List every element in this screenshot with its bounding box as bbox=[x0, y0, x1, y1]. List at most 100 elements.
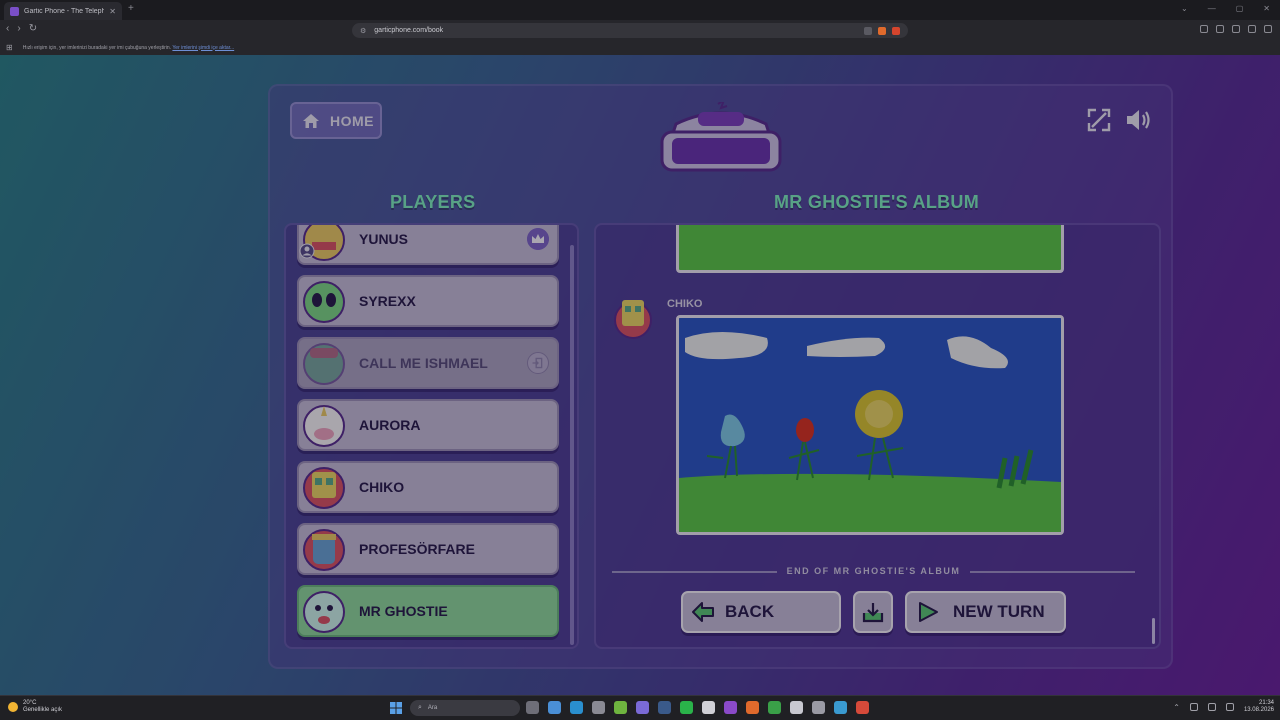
browser-tab[interactable]: Gartic Phone - The Telephone Ga ✕ bbox=[4, 2, 122, 20]
steam-icon[interactable] bbox=[658, 701, 671, 714]
network-icon[interactable] bbox=[1207, 703, 1216, 711]
player-card-profesorfare[interactable]: PROFESÖRFARE bbox=[297, 523, 559, 575]
sidebar-icon[interactable] bbox=[1216, 25, 1224, 33]
arrow-left-icon bbox=[692, 602, 714, 622]
search-placeholder: Ara bbox=[427, 705, 438, 711]
edge-icon[interactable] bbox=[570, 701, 583, 714]
browser-navbar: ‹ › ↻ ⚙ garticphone.com/book bbox=[0, 20, 1280, 40]
player-card-chiko[interactable]: CHIKO bbox=[297, 461, 559, 513]
avatar bbox=[303, 591, 345, 633]
minimize-icon[interactable]: — bbox=[1208, 4, 1216, 13]
weather-widget[interactable]: 20°C Genellikle açık bbox=[8, 700, 62, 714]
album-entry-author: CHIKO bbox=[667, 298, 703, 310]
avatar bbox=[303, 343, 345, 385]
players-list[interactable]: YUNUS SYREXX CALL ME ISHMAEL AURORA CHIK… bbox=[284, 223, 579, 649]
player-name: SYREXX bbox=[359, 293, 416, 309]
exit-icon bbox=[527, 352, 549, 374]
album-panel[interactable]: CHIKO END OF MR GHOSTIE'S ALBUM BACK NEW… bbox=[594, 223, 1161, 649]
settings-icon[interactable] bbox=[812, 701, 825, 714]
back-label: BACK bbox=[725, 602, 775, 621]
weather-desc: Genellikle açık bbox=[23, 707, 63, 713]
album-scrollbar[interactable] bbox=[1152, 618, 1155, 644]
home-icon bbox=[303, 113, 319, 128]
vpn-icon[interactable] bbox=[1248, 25, 1256, 33]
players-title: PLAYERS bbox=[390, 192, 476, 212]
maximize-icon[interactable]: ▢ bbox=[1236, 4, 1244, 13]
player-card-syrexx[interactable]: SYREXX bbox=[297, 275, 559, 327]
close-window-icon[interactable]: ✕ bbox=[1263, 4, 1270, 13]
back-nav-icon[interactable]: ‹ bbox=[6, 23, 9, 34]
fullscreen-icon[interactable] bbox=[1087, 108, 1111, 132]
album-end-text: END OF MR GHOSTIE'S ALBUM bbox=[786, 566, 961, 576]
speaker-icon[interactable] bbox=[1225, 703, 1234, 711]
home-button[interactable]: HOME bbox=[290, 102, 382, 139]
task-view-icon[interactable] bbox=[526, 701, 539, 714]
gartic-phone-logo bbox=[660, 102, 782, 172]
menu-icon[interactable] bbox=[1264, 25, 1272, 33]
brave-icon[interactable] bbox=[746, 701, 759, 714]
apps-grid-icon[interactable]: ⊞ bbox=[6, 43, 13, 52]
new-turn-button[interactable]: NEW TURN bbox=[905, 591, 1066, 633]
new-turn-label: NEW TURN bbox=[953, 602, 1045, 621]
system-tray: ⌃ 21:34 13.08.2026 bbox=[1173, 700, 1274, 714]
import-bookmarks-link[interactable]: Yer imlerini şimdi içe aktar... bbox=[172, 45, 234, 51]
browser-tabbar: Gartic Phone - The Telephone Ga ✕ + ⌄ — … bbox=[0, 0, 1280, 20]
player-card-call-me-ishmael[interactable]: CALL ME ISHMAEL bbox=[297, 337, 559, 389]
tab-list-icon[interactable]: ⌄ bbox=[1181, 4, 1188, 13]
new-tab-icon[interactable]: + bbox=[128, 3, 134, 14]
players-scrollbar[interactable] bbox=[570, 245, 574, 645]
taskbar-clock[interactable]: 21:34 13.08.2026 bbox=[1244, 700, 1274, 714]
play-icon bbox=[919, 602, 938, 622]
premiere-icon[interactable] bbox=[724, 701, 737, 714]
forward-nav-icon[interactable]: › bbox=[17, 23, 20, 34]
spotify-icon[interactable] bbox=[680, 701, 693, 714]
obs-icon[interactable] bbox=[790, 701, 803, 714]
store-icon[interactable] bbox=[592, 701, 605, 714]
toolbar-buttons bbox=[1200, 25, 1272, 33]
player-card-mr-ghostie[interactable]: MR GHOSTIE bbox=[297, 585, 559, 637]
search-icon: ⌕ bbox=[418, 704, 422, 711]
mic-icon[interactable] bbox=[1189, 703, 1198, 711]
game-viewport: HOME PLAYERS MR GHOSTIE'S ALBUM YUNUS SY… bbox=[0, 55, 1280, 695]
windows-start-icon[interactable] bbox=[390, 702, 402, 714]
top-right-icons bbox=[1087, 108, 1153, 132]
user-icon bbox=[299, 243, 315, 259]
taskbar-apps bbox=[526, 701, 869, 714]
bookmarks-hint: Hızlı erişim için, yer imlerinizi burada… bbox=[23, 45, 234, 51]
player-name: CALL ME ISHMAEL bbox=[359, 355, 488, 371]
wallet-icon[interactable] bbox=[1232, 25, 1240, 33]
back-button[interactable]: BACK bbox=[681, 591, 841, 633]
bookmarks-bar: ⊞ Hızlı erişim için, yer imlerinizi bura… bbox=[0, 40, 1280, 55]
download-album-button[interactable] bbox=[853, 591, 893, 633]
site-info-icon[interactable]: ⚙ bbox=[360, 27, 366, 35]
bookmarks-hint-text: Hızlı erişim için, yer imlerinizi burada… bbox=[22, 44, 172, 51]
brave-rewards-icon[interactable] bbox=[892, 26, 900, 35]
mail-icon[interactable] bbox=[548, 701, 561, 714]
home-label: HOME bbox=[330, 112, 374, 129]
player-card-yunus[interactable]: YUNUS bbox=[297, 225, 559, 265]
previous-drawing bbox=[676, 225, 1064, 273]
url-text: garticphone.com/book bbox=[374, 27, 444, 34]
brave-shield-icon[interactable] bbox=[878, 26, 886, 35]
address-bar[interactable]: ⚙ garticphone.com/book bbox=[352, 23, 908, 38]
windows-taskbar: 20°C Genellikle açık ⌕ Ara ⌃ 21:34 13.08… bbox=[0, 695, 1280, 720]
browser-app-icon[interactable] bbox=[856, 701, 869, 714]
player-card-aurora[interactable]: AURORA bbox=[297, 399, 559, 451]
close-tab-icon[interactable]: ✕ bbox=[109, 7, 116, 16]
extensions-icon[interactable] bbox=[1200, 25, 1208, 33]
gartic-favicon-icon bbox=[10, 6, 19, 16]
album-end-separator: END OF MR GHOSTIE'S ALBUM bbox=[612, 565, 1135, 579]
translate-icon[interactable] bbox=[864, 26, 872, 35]
reload-icon[interactable]: ↻ bbox=[29, 23, 37, 34]
xbox-icon[interactable] bbox=[702, 701, 715, 714]
tray-expand-icon[interactable]: ⌃ bbox=[1173, 703, 1180, 712]
tab-title: Gartic Phone - The Telephone Ga bbox=[24, 7, 105, 15]
taskbar-search[interactable]: ⌕ Ara bbox=[410, 700, 520, 716]
clock-date: 13.08.2026 bbox=[1243, 707, 1274, 713]
volume-icon[interactable] bbox=[1125, 108, 1153, 132]
xbox-app-icon[interactable] bbox=[768, 701, 781, 714]
nvidia-icon[interactable] bbox=[614, 701, 627, 714]
discord-icon[interactable] bbox=[636, 701, 649, 714]
download-icon bbox=[862, 603, 884, 623]
vpn-app-icon[interactable] bbox=[834, 701, 847, 714]
